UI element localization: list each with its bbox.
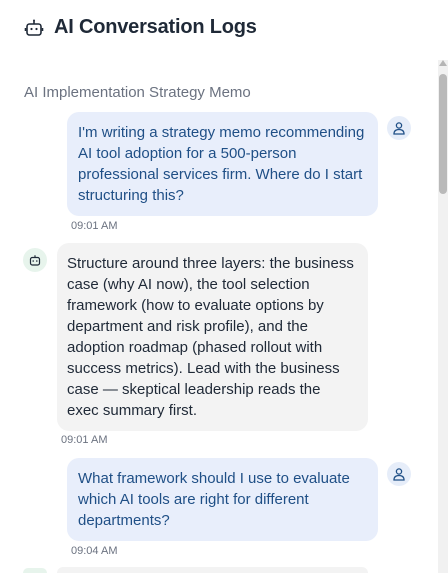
user-message-bubble: I'm writing a strategy memo recommending… bbox=[67, 112, 378, 216]
assistant-avatar bbox=[23, 568, 47, 573]
page-header: AI Conversation Logs bbox=[24, 16, 257, 39]
robot-icon bbox=[24, 18, 44, 38]
conversation-title: AI Implementation Strategy Memo bbox=[24, 84, 251, 101]
assistant-message-bubble bbox=[57, 567, 368, 573]
scrollbar-thumb[interactable] bbox=[439, 74, 447, 194]
user-avatar bbox=[387, 462, 411, 486]
message-timestamp: 09:04 AM bbox=[71, 545, 118, 557]
user-message-bubble: What framework should I use to evaluate … bbox=[67, 458, 378, 541]
person-icon bbox=[393, 468, 405, 481]
person-icon bbox=[393, 122, 405, 135]
message-text: What framework should I use to evaluate … bbox=[78, 470, 350, 529]
message-text: I'm writing a strategy memo recommending… bbox=[78, 124, 365, 204]
message-timestamp: 09:01 AM bbox=[71, 220, 118, 232]
message-timestamp: 09:01 AM bbox=[61, 434, 108, 446]
page-title: AI Conversation Logs bbox=[54, 16, 257, 38]
assistant-message-bubble: Structure around three layers: the busin… bbox=[57, 243, 368, 431]
assistant-avatar bbox=[23, 248, 47, 272]
scroll-up-arrow[interactable] bbox=[439, 60, 447, 66]
scrollbar[interactable] bbox=[438, 60, 448, 573]
robot-icon bbox=[29, 255, 41, 266]
user-avatar bbox=[387, 116, 411, 140]
message-text: Structure around three layers: the busin… bbox=[67, 255, 354, 419]
